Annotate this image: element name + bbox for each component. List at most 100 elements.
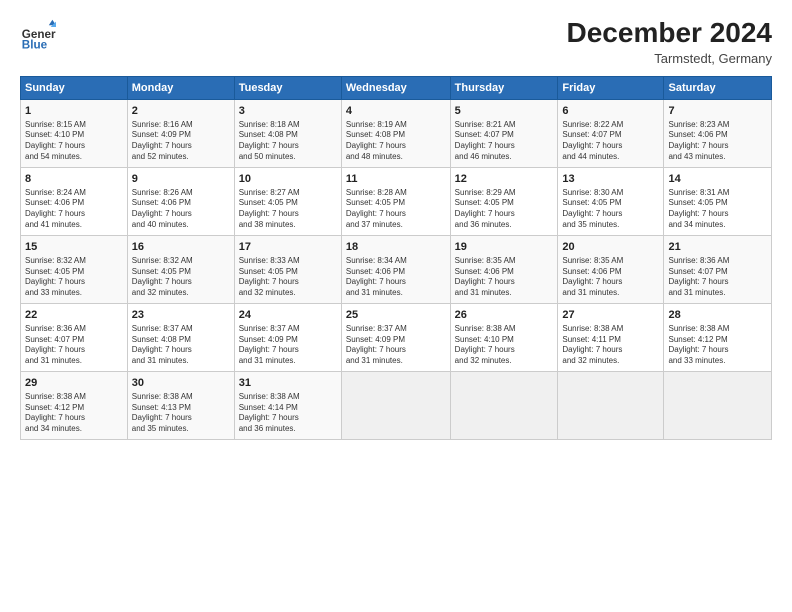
cell-text: Daylight: 7 hours: [346, 345, 446, 356]
cell-text: and 33 minutes.: [25, 288, 123, 299]
col-saturday: Saturday: [664, 76, 772, 99]
cell-text: Sunset: 4:06 PM: [668, 130, 767, 141]
day-number: 2: [132, 104, 230, 119]
cell-text: Daylight: 7 hours: [562, 277, 659, 288]
cell-text: and 32 minutes.: [132, 288, 230, 299]
cell-text: Sunset: 4:07 PM: [668, 267, 767, 278]
cell-text: Sunset: 4:08 PM: [346, 130, 446, 141]
cell-text: and 52 minutes.: [132, 152, 230, 163]
day-number: 17: [239, 240, 337, 255]
cell-text: and 32 minutes.: [455, 356, 554, 367]
table-row: 15Sunrise: 8:32 AMSunset: 4:05 PMDayligh…: [21, 235, 128, 303]
cell-text: Daylight: 7 hours: [346, 277, 446, 288]
cell-text: Sunset: 4:10 PM: [455, 335, 554, 346]
col-thursday: Thursday: [450, 76, 558, 99]
day-number: 25: [346, 308, 446, 323]
table-row: 10Sunrise: 8:27 AMSunset: 4:05 PMDayligh…: [234, 167, 341, 235]
table-row: 18Sunrise: 8:34 AMSunset: 4:06 PMDayligh…: [341, 235, 450, 303]
cell-text: and 31 minutes.: [239, 356, 337, 367]
cell-text: Daylight: 7 hours: [132, 413, 230, 424]
table-row: 21Sunrise: 8:36 AMSunset: 4:07 PMDayligh…: [664, 235, 772, 303]
col-sunday: Sunday: [21, 76, 128, 99]
day-number: 1: [25, 104, 123, 119]
table-row: 1Sunrise: 8:15 AMSunset: 4:10 PMDaylight…: [21, 99, 128, 167]
cell-text: Sunrise: 8:19 AM: [346, 120, 446, 131]
day-number: 31: [239, 376, 337, 391]
cell-text: Daylight: 7 hours: [562, 141, 659, 152]
cell-text: Daylight: 7 hours: [668, 209, 767, 220]
table-row: 2Sunrise: 8:16 AMSunset: 4:09 PMDaylight…: [127, 99, 234, 167]
cell-text: Sunset: 4:05 PM: [239, 198, 337, 209]
cell-text: and 46 minutes.: [455, 152, 554, 163]
cell-text: and 32 minutes.: [562, 356, 659, 367]
cell-text: Sunset: 4:05 PM: [455, 198, 554, 209]
calendar-week-3: 15Sunrise: 8:32 AMSunset: 4:05 PMDayligh…: [21, 235, 772, 303]
cell-text: and 31 minutes.: [346, 288, 446, 299]
cell-text: Sunset: 4:14 PM: [239, 403, 337, 414]
calendar-week-4: 22Sunrise: 8:36 AMSunset: 4:07 PMDayligh…: [21, 303, 772, 371]
cell-text: and 41 minutes.: [25, 220, 123, 231]
cell-text: Daylight: 7 hours: [455, 209, 554, 220]
cell-text: and 31 minutes.: [455, 288, 554, 299]
cell-text: Daylight: 7 hours: [239, 345, 337, 356]
cell-text: Daylight: 7 hours: [455, 141, 554, 152]
table-row: [341, 371, 450, 439]
cell-text: Sunset: 4:10 PM: [25, 130, 123, 141]
cell-text: Sunrise: 8:37 AM: [346, 324, 446, 335]
col-friday: Friday: [558, 76, 664, 99]
cell-text: Daylight: 7 hours: [455, 345, 554, 356]
table-row: 13Sunrise: 8:30 AMSunset: 4:05 PMDayligh…: [558, 167, 664, 235]
svg-text:Blue: Blue: [22, 39, 48, 52]
table-row: 11Sunrise: 8:28 AMSunset: 4:05 PMDayligh…: [341, 167, 450, 235]
title-block: December 2024 Tarmstedt, Germany: [567, 18, 772, 66]
cell-text: Daylight: 7 hours: [562, 345, 659, 356]
day-number: 12: [455, 172, 554, 187]
cell-text: Sunrise: 8:21 AM: [455, 120, 554, 131]
cell-text: and 43 minutes.: [668, 152, 767, 163]
cell-text: Daylight: 7 hours: [668, 345, 767, 356]
cell-text: Sunset: 4:08 PM: [239, 130, 337, 141]
cell-text: Daylight: 7 hours: [25, 413, 123, 424]
cell-text: Sunset: 4:06 PM: [346, 267, 446, 278]
cell-text: Daylight: 7 hours: [239, 277, 337, 288]
day-number: 13: [562, 172, 659, 187]
day-number: 27: [562, 308, 659, 323]
table-row: 23Sunrise: 8:37 AMSunset: 4:08 PMDayligh…: [127, 303, 234, 371]
cell-text: Sunrise: 8:29 AM: [455, 188, 554, 199]
cell-text: Sunrise: 8:36 AM: [25, 324, 123, 335]
table-row: 17Sunrise: 8:33 AMSunset: 4:05 PMDayligh…: [234, 235, 341, 303]
cell-text: Sunset: 4:05 PM: [132, 267, 230, 278]
cell-text: and 34 minutes.: [668, 220, 767, 231]
cell-text: and 31 minutes.: [668, 288, 767, 299]
cell-text: and 31 minutes.: [562, 288, 659, 299]
cell-text: Daylight: 7 hours: [132, 141, 230, 152]
day-number: 16: [132, 240, 230, 255]
cell-text: Sunset: 4:06 PM: [562, 267, 659, 278]
cell-text: Sunrise: 8:34 AM: [346, 256, 446, 267]
cell-text: Sunrise: 8:38 AM: [239, 392, 337, 403]
day-number: 18: [346, 240, 446, 255]
cell-text: and 34 minutes.: [25, 424, 123, 435]
cell-text: Sunset: 4:05 PM: [668, 198, 767, 209]
cell-text: Daylight: 7 hours: [668, 141, 767, 152]
calendar-week-5: 29Sunrise: 8:38 AMSunset: 4:12 PMDayligh…: [21, 371, 772, 439]
cell-text: Daylight: 7 hours: [346, 141, 446, 152]
table-row: 5Sunrise: 8:21 AMSunset: 4:07 PMDaylight…: [450, 99, 558, 167]
cell-text: Sunrise: 8:28 AM: [346, 188, 446, 199]
col-tuesday: Tuesday: [234, 76, 341, 99]
cell-text: Sunrise: 8:27 AM: [239, 188, 337, 199]
cell-text: and 33 minutes.: [668, 356, 767, 367]
cell-text: Daylight: 7 hours: [239, 141, 337, 152]
table-row: [664, 371, 772, 439]
day-number: 19: [455, 240, 554, 255]
cell-text: Sunset: 4:09 PM: [346, 335, 446, 346]
table-row: 31Sunrise: 8:38 AMSunset: 4:14 PMDayligh…: [234, 371, 341, 439]
day-number: 11: [346, 172, 446, 187]
calendar-week-2: 8Sunrise: 8:24 AMSunset: 4:06 PMDaylight…: [21, 167, 772, 235]
table-row: 30Sunrise: 8:38 AMSunset: 4:13 PMDayligh…: [127, 371, 234, 439]
cell-text: Sunrise: 8:16 AM: [132, 120, 230, 131]
day-number: 7: [668, 104, 767, 119]
col-monday: Monday: [127, 76, 234, 99]
cell-text: Sunrise: 8:18 AM: [239, 120, 337, 131]
cell-text: Daylight: 7 hours: [132, 209, 230, 220]
